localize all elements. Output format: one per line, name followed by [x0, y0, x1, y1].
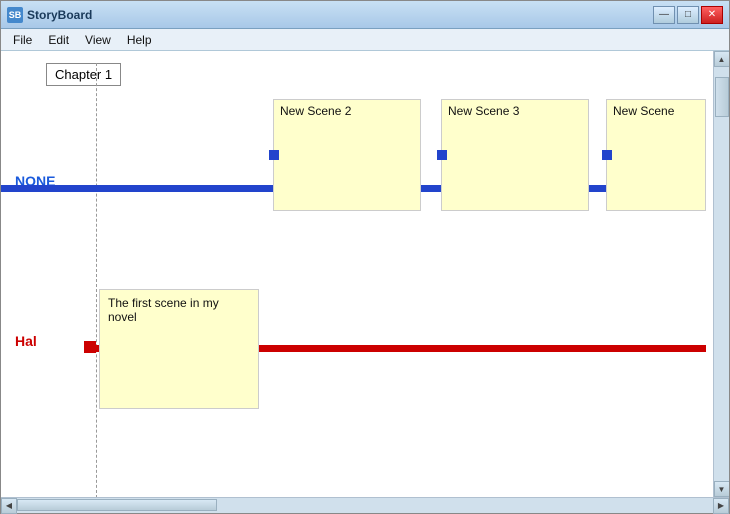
canvas-area: Chapter 1 NONE New Scene 2 New Scene 3 N…: [1, 51, 713, 497]
scrollbar-thumb-horizontal[interactable]: [17, 499, 217, 511]
menu-bar: File Edit View Help: [1, 29, 729, 51]
right-scrollbar: ▲ ▼: [713, 51, 729, 497]
scene-card-2-title: New Scene 2: [274, 100, 420, 122]
scene-card-3-connector: [437, 150, 447, 160]
window-controls: — □ ✕: [653, 6, 723, 24]
scrollbar-thumb-vertical[interactable]: [715, 77, 729, 117]
scene-card-2-connector: [269, 150, 279, 160]
title-bar: SB StoryBoard — □ ✕: [1, 1, 729, 29]
main-area: Chapter 1 NONE New Scene 2 New Scene 3 N…: [1, 51, 729, 497]
maximize-button[interactable]: □: [677, 6, 699, 24]
scene-card-3[interactable]: New Scene 3: [441, 99, 589, 211]
scene-card-4-title: New Scene: [607, 100, 705, 122]
hal-track-dot: [84, 341, 96, 353]
scroll-down-button[interactable]: ▼: [714, 481, 730, 497]
menu-help[interactable]: Help: [119, 31, 160, 49]
menu-file[interactable]: File: [5, 31, 40, 49]
menu-view[interactable]: View: [77, 31, 119, 49]
chapter-label: Chapter 1: [46, 63, 121, 86]
scroll-left-button[interactable]: ◀: [1, 498, 17, 514]
bottom-scrollbar: ◀ ▶: [1, 497, 729, 513]
dashed-timeline-line: [96, 63, 97, 497]
menu-edit[interactable]: Edit: [40, 31, 77, 49]
scroll-up-button[interactable]: ▲: [714, 51, 730, 67]
minimize-button[interactable]: —: [653, 6, 675, 24]
app-icon: SB: [7, 7, 23, 23]
scene-card-4-connector: [602, 150, 612, 160]
scene-card-2[interactable]: New Scene 2: [273, 99, 421, 211]
hal-scene-card[interactable]: The first scene in my novel: [99, 289, 259, 409]
app-window: SB StoryBoard — □ ✕ File Edit View Help …: [0, 0, 730, 514]
hal-scene-text: The first scene in my novel: [108, 296, 250, 324]
scene-card-4[interactable]: New Scene: [606, 99, 706, 211]
window-title: StoryBoard: [27, 8, 653, 22]
hal-track-label: Hal: [15, 333, 37, 349]
scene-card-3-title: New Scene 3: [442, 100, 588, 122]
close-button[interactable]: ✕: [701, 6, 723, 24]
scroll-right-button[interactable]: ▶: [713, 498, 729, 514]
scrollbar-track-horizontal[interactable]: [17, 498, 713, 513]
scrollbar-track-vertical[interactable]: [714, 67, 729, 481]
